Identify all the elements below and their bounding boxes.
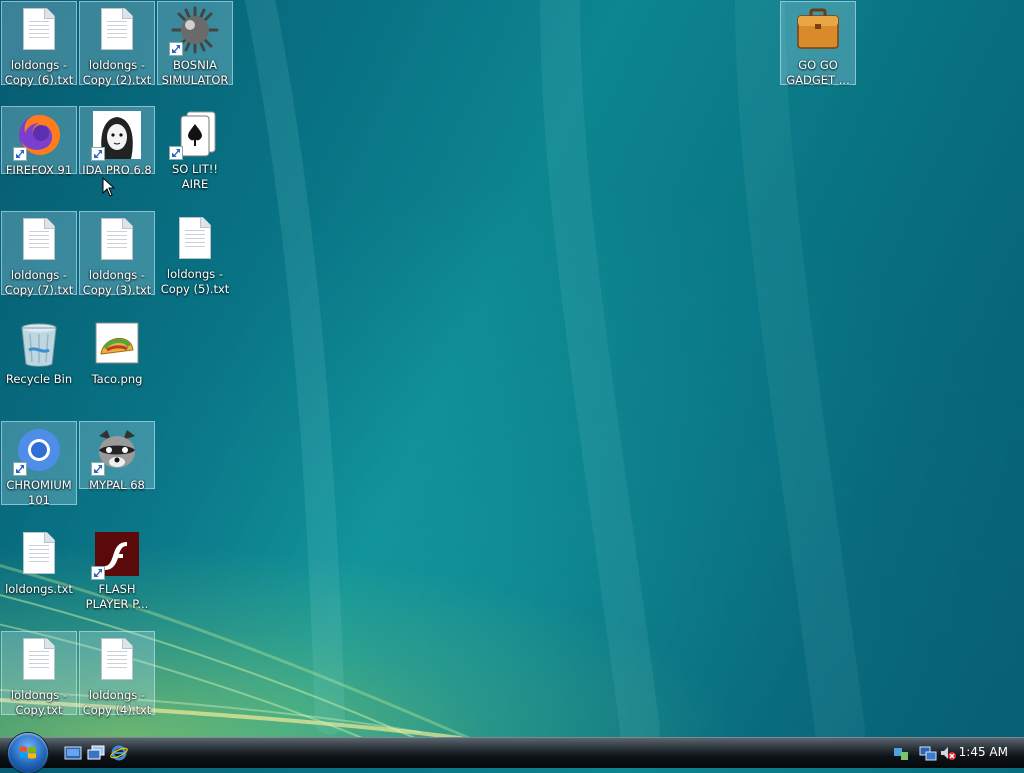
text-file-icon — [171, 215, 219, 263]
mouse-cursor-icon — [102, 177, 116, 197]
desktop-icon-label: loldongs - Copy (2).txt — [82, 58, 152, 87]
desktop-icon-label: MYPAL 68 — [89, 478, 145, 492]
desktop-icon-label: loldongs - Copy.txt — [10, 688, 68, 717]
desktop-icon-label: Taco.png — [91, 372, 143, 386]
desktop-icon-recycle-bin[interactable]: Recycle Bin — [1, 316, 77, 386]
desktop-icon-label: loldongs - Copy (3).txt — [82, 268, 152, 297]
desktop-icon-label: loldongs - Copy (6).txt — [4, 58, 74, 87]
desktop-icon-so-lit-aire[interactable]: SO LIT!! AIRE — [157, 106, 233, 191]
desktop-icon-loldongs-copy-2[interactable]: loldongs - Copy (2).txt — [79, 1, 155, 87]
shortcut-arrow-icon — [91, 566, 105, 580]
internet-explorer-icon[interactable] — [110, 745, 128, 761]
desktop-icon-ida-pro[interactable]: IDA PRO 6.8 — [79, 106, 155, 177]
desktop-icon-label: loldongs - Copy (4).txt — [82, 688, 152, 717]
flash-player-icon — [91, 530, 141, 580]
text-file-icon — [15, 6, 63, 54]
desktop-icon-label: Recycle Bin — [5, 372, 73, 386]
text-file-icon — [93, 636, 141, 684]
desktop-icon-go-go-gadget[interactable]: GO GO GADGET ... — [780, 1, 856, 87]
desktop-icon-firefox-91[interactable]: FIREFOX 91 — [1, 106, 77, 177]
raccoon-icon — [91, 426, 141, 476]
desktop-icon-bosnia-simulator[interactable]: BOSNIA SIMULATOR — [157, 1, 233, 87]
desktop-icon-label: IDA PRO 6.8 — [82, 163, 152, 177]
desktop-icon-flash-player[interactable]: FLASH PLAYER P... — [79, 526, 155, 611]
desktop-icon-loldongs-copy[interactable]: loldongs - Copy.txt — [1, 631, 77, 717]
desktop-icon-loldongs-copy-6[interactable]: loldongs - Copy (6).txt — [1, 1, 77, 87]
taskbar: 1:45 AM — [0, 733, 1024, 773]
recycle-bin-icon — [15, 320, 63, 368]
shortcut-arrow-icon — [13, 147, 27, 161]
desktop-icon-label: loldongs - Copy (7).txt — [4, 268, 74, 297]
desktop-icon-loldongs-copy-4[interactable]: loldongs - Copy (4).txt — [79, 631, 155, 717]
desktop-icon-loldongs-copy-7[interactable]: loldongs - Copy (7).txt — [1, 211, 77, 297]
ida-portrait-icon — [91, 111, 141, 161]
solitaire-cards-icon — [169, 110, 219, 160]
desktop-icon-chromium-101[interactable]: CHROMIUM 101 — [1, 421, 77, 507]
text-file-icon — [15, 530, 63, 578]
safely-remove-hardware-icon[interactable] — [892, 744, 910, 762]
desktop-icon-mypal-68[interactable]: MYPAL 68 — [79, 421, 155, 492]
desktop-icon-label: FIREFOX 91 — [5, 163, 73, 177]
volume-muted-icon[interactable] — [939, 744, 957, 762]
desktop-icon-label: BOSNIA SIMULATOR — [161, 58, 229, 87]
shortcut-arrow-icon — [91, 147, 105, 161]
chromium-icon — [13, 426, 63, 476]
shortcut-arrow-icon — [91, 462, 105, 476]
desktop-icon-loldongs[interactable]: loldongs.txt — [1, 526, 77, 596]
shortcut-arrow-icon — [13, 462, 27, 476]
desktop-icon-label: SO LIT!! AIRE — [171, 162, 219, 191]
desktop-icon-loldongs-copy-5[interactable]: loldongs - Copy (5).txt — [157, 211, 233, 296]
desktop-icon-loldongs-copy-3[interactable]: loldongs - Copy (3).txt — [79, 211, 155, 297]
text-file-icon — [93, 6, 141, 54]
text-file-icon — [15, 636, 63, 684]
text-file-icon — [93, 216, 141, 264]
desktop-icon-taco[interactable]: Taco.png — [79, 316, 155, 386]
firefox-icon — [13, 111, 63, 161]
start-orb-icon[interactable] — [8, 733, 48, 773]
desktop-icon-label: loldongs - Copy (5).txt — [160, 267, 230, 296]
taskbar-clock[interactable]: 1:45 AM — [959, 745, 1008, 759]
desktop-icon-label: GO GO GADGET ... — [786, 58, 850, 87]
switch-windows-icon[interactable] — [87, 745, 105, 761]
shortcut-arrow-icon — [169, 42, 183, 56]
desktop-icon-label: CHROMIUM 101 — [6, 478, 72, 507]
network-icon[interactable] — [919, 744, 937, 762]
show-desktop-icon[interactable] — [64, 745, 82, 761]
spiked-mine-icon — [169, 6, 219, 56]
text-file-icon — [15, 216, 63, 264]
briefcase-icon — [794, 6, 842, 54]
desktop-icon-label: loldongs.txt — [5, 582, 73, 596]
shortcut-arrow-icon — [169, 146, 183, 160]
taco-image-icon — [93, 320, 141, 368]
desktop-icon-label: FLASH PLAYER P... — [85, 582, 149, 611]
